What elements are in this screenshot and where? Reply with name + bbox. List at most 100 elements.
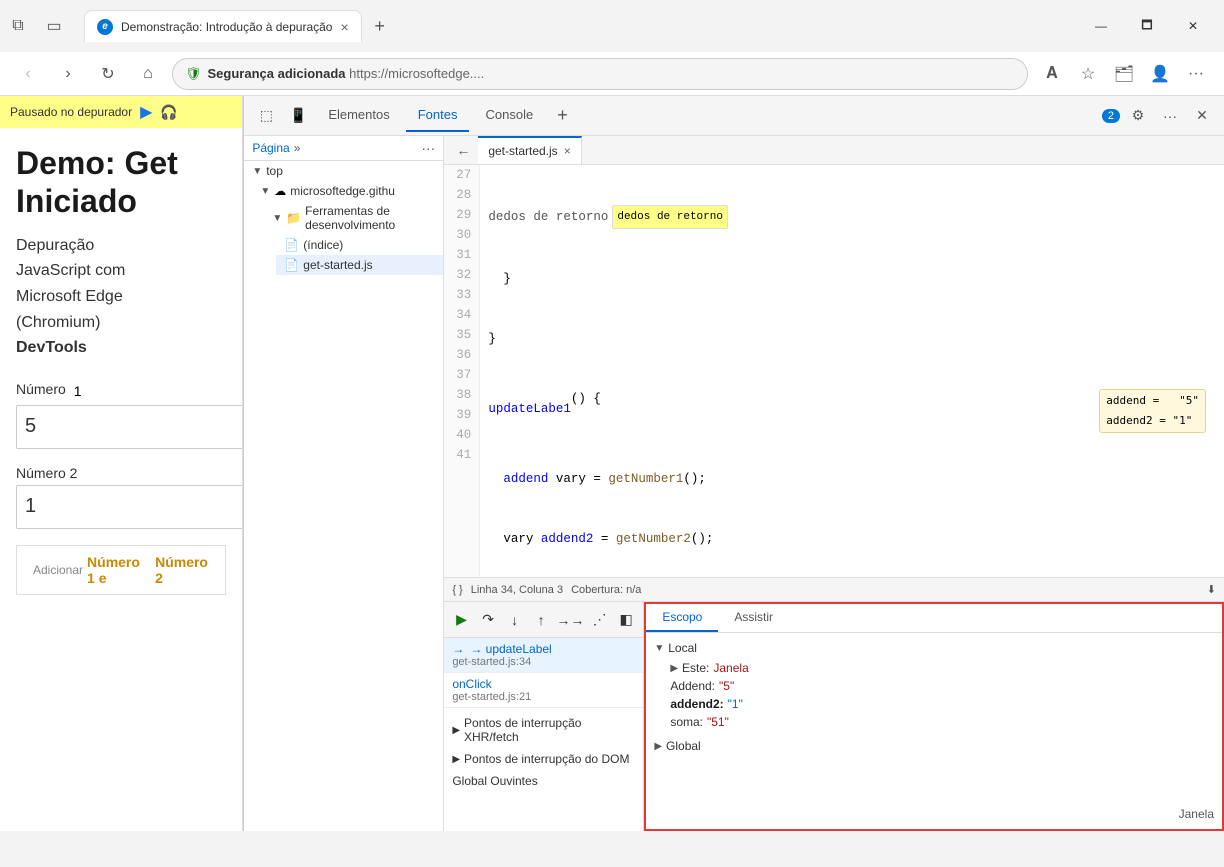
- tree-item-microsoftedge[interactable]: ▼ ☁ microsoftedge.githu: [252, 181, 443, 201]
- forward-button[interactable]: ›: [52, 58, 84, 90]
- tab-switcher-icon[interactable]: ⧉: [8, 16, 28, 36]
- add-button[interactable]: Adicionar Número 1 e Número 2: [16, 545, 226, 595]
- favorites-btn[interactable]: ☆: [1072, 58, 1104, 90]
- bp-dom-arrow: ▶: [452, 754, 460, 765]
- num1-suffix: 1: [74, 383, 82, 399]
- device-emulation-btn[interactable]: 📱: [284, 102, 312, 130]
- close-devtools-btn[interactable]: ✕: [1188, 102, 1216, 130]
- scope-este-arrow[interactable]: ▶: [670, 663, 678, 674]
- inspect-element-btn[interactable]: ⬚: [252, 102, 280, 130]
- format-btn[interactable]: { }: [452, 584, 462, 596]
- deactivate-btn[interactable]: ⋰: [590, 608, 609, 632]
- step-into-btn[interactable]: ↓: [505, 608, 524, 632]
- callstack-name-onclick: onClick: [452, 677, 635, 691]
- resume-btn[interactable]: ▶: [452, 608, 471, 632]
- more-tools-btn[interactable]: ···: [1156, 102, 1184, 130]
- scope-global-header[interactable]: ▶ Global: [654, 739, 1214, 753]
- code-content: 27 28 29 30 31 32 33 34 35 36 37: [444, 165, 1224, 577]
- new-window-icon[interactable]: ▭: [44, 16, 64, 36]
- code-line-31: addend vary = getNumber1();: [488, 469, 1216, 489]
- tab-console[interactable]: Console: [473, 99, 545, 132]
- window-controls: — 🗖 ✕: [1078, 10, 1216, 42]
- file-tree-header: Página » ···: [244, 136, 443, 161]
- number1-input[interactable]: 5: [16, 405, 243, 449]
- step-out-btn[interactable]: ↑: [532, 608, 551, 632]
- code-line-29: }: [488, 329, 1216, 349]
- active-tab[interactable]: Demonstração: Introdução à depuração ×: [84, 10, 362, 42]
- add-panel-btn[interactable]: +: [549, 101, 576, 130]
- code-line-27: dedos de retorno dedos de retorno: [488, 205, 1216, 229]
- page-label[interactable]: Página: [252, 141, 289, 155]
- folder-icon: 📁: [286, 211, 301, 225]
- page-subtitle: Depuração JavaScript com Microsoft Edge …: [16, 233, 226, 361]
- file-icon-indice: 📄: [284, 238, 299, 252]
- callstack-item-onclick[interactable]: onClick get-started.js:21: [444, 673, 643, 708]
- refresh-button[interactable]: ↻: [92, 58, 124, 90]
- file-tab-close-btn[interactable]: ×: [564, 144, 571, 158]
- callstack-item-updatelabel[interactable]: → → updateLabel get-started.js:34: [444, 638, 643, 673]
- profile-btn[interactable]: 👤: [1144, 58, 1176, 90]
- scope-key-addend2: addend2:: [670, 697, 723, 711]
- issues-badge[interactable]: 2: [1102, 109, 1120, 123]
- maximize-button[interactable]: 🗖: [1124, 10, 1170, 42]
- minimize-button[interactable]: —: [1078, 10, 1124, 42]
- file-tab-getstarted[interactable]: get-started.js ×: [478, 136, 581, 164]
- tab-close-btn[interactable]: ×: [340, 19, 348, 35]
- browser-chrome: ⧉ ▭ Demonstração: Introdução à depuração…: [0, 0, 1224, 96]
- file-icon-getstarted: 📄: [284, 258, 299, 272]
- tree-item-getstarted[interactable]: 📄 get-started.js: [276, 255, 443, 275]
- line-col: Linha 34, Coluna 3: [471, 584, 563, 596]
- bp-global-header[interactable]: Global Ouvintes: [452, 770, 635, 792]
- tree-arrow-ferr: ▼: [272, 213, 282, 224]
- number2-input[interactable]: 1: [16, 485, 243, 529]
- page-title: Demo: Get Iniciado: [16, 144, 226, 221]
- step-btn[interactable]: →→: [558, 608, 582, 632]
- bp-xhr-label: Pontos de interrupção XHR/fetch: [464, 716, 635, 744]
- code-editor: 27 28 29 30 31 32 33 34 35 36 37: [444, 165, 1224, 601]
- tree-label-ferramentas: Ferramentas de desenvolvimento: [305, 204, 435, 232]
- tab-assistir[interactable]: Assistir: [718, 604, 789, 632]
- tab-label: Demonstração: Introdução à depuração: [121, 20, 332, 34]
- file-tree-more-btn[interactable]: ···: [421, 140, 435, 156]
- collections-btn[interactable]: 🗂: [1108, 58, 1140, 90]
- scope-item-este: ▶ Este: Janela: [654, 659, 1214, 677]
- number1-group: Número 1 5: [16, 381, 226, 449]
- new-tab-button[interactable]: +: [366, 12, 394, 40]
- close-button[interactable]: ✕: [1170, 10, 1216, 42]
- title-bar: ⧉ ▭ Demonstração: Introdução à depuração…: [0, 0, 1224, 52]
- debug-headphones-icon: 🎧: [160, 104, 177, 121]
- janela-label: Janela: [1179, 807, 1214, 821]
- scope-item-addend: Addend: "5": [654, 677, 1214, 695]
- debug-play-icon[interactable]: ▶: [140, 102, 152, 122]
- scope-local-header[interactable]: ▼ Local: [654, 641, 1214, 655]
- main-layout: Pausado no depurador ▶ 🎧 Demo: Get Inici…: [0, 96, 1224, 831]
- tree-item-top[interactable]: ▼ top: [244, 161, 443, 181]
- address-bar[interactable]: 🛡 Segurança adicionada https://microsoft…: [172, 58, 1028, 90]
- tab-escopo[interactable]: Escopo: [646, 604, 718, 632]
- tab-fontes[interactable]: Fontes: [406, 99, 470, 132]
- debug-toolbar: ▶ ↷ ↓ ↑ →→ ⋰ ◧: [444, 602, 643, 638]
- tree-item-ferramentas[interactable]: ▼ 📁 Ferramentas de desenvolvimento: [264, 201, 443, 235]
- step-over-btn[interactable]: ↷: [479, 608, 498, 632]
- coverage: Cobertura: n/a: [571, 584, 641, 596]
- edge-icon: [97, 19, 113, 35]
- tab-elementos[interactable]: Elementos: [316, 99, 401, 132]
- home-button[interactable]: ⌂: [132, 58, 164, 90]
- tree-arrow-top: ▼: [252, 166, 262, 177]
- bp-dom-header[interactable]: ▶ Pontos de interrupção do DOM: [452, 748, 635, 770]
- more-btn[interactable]: ···: [1180, 58, 1212, 90]
- status-bar: { } Linha 34, Coluna 3 Cobertura: n/a ⬇: [444, 577, 1224, 601]
- file-tree: Página » ··· ▼ top ▼ ☁ microsoftedge.git…: [244, 136, 444, 831]
- call-stack-panel: ▶ ↷ ↓ ↑ →→ ⋰ ◧ → → updateLabel: [444, 602, 644, 831]
- read-aloud-btn[interactable]: 𝐀: [1036, 58, 1068, 90]
- tree-label-microsoftedge: microsoftedge.githu: [290, 184, 395, 198]
- back-file-btn[interactable]: ←: [448, 138, 478, 162]
- code-scroll[interactable]: 27 28 29 30 31 32 33 34 35 36 37: [444, 165, 1224, 577]
- expand-icon[interactable]: »: [294, 141, 301, 155]
- bp-xhr-header[interactable]: ▶ Pontos de interrupção XHR/fetch: [452, 712, 635, 748]
- blackbox-btn[interactable]: ◧: [617, 608, 636, 632]
- settings-btn[interactable]: ⚙: [1124, 102, 1152, 130]
- tree-item-indice[interactable]: 📄 (índice): [276, 235, 443, 255]
- back-button[interactable]: ‹: [12, 58, 44, 90]
- download-btn[interactable]: ⬇: [1207, 583, 1216, 596]
